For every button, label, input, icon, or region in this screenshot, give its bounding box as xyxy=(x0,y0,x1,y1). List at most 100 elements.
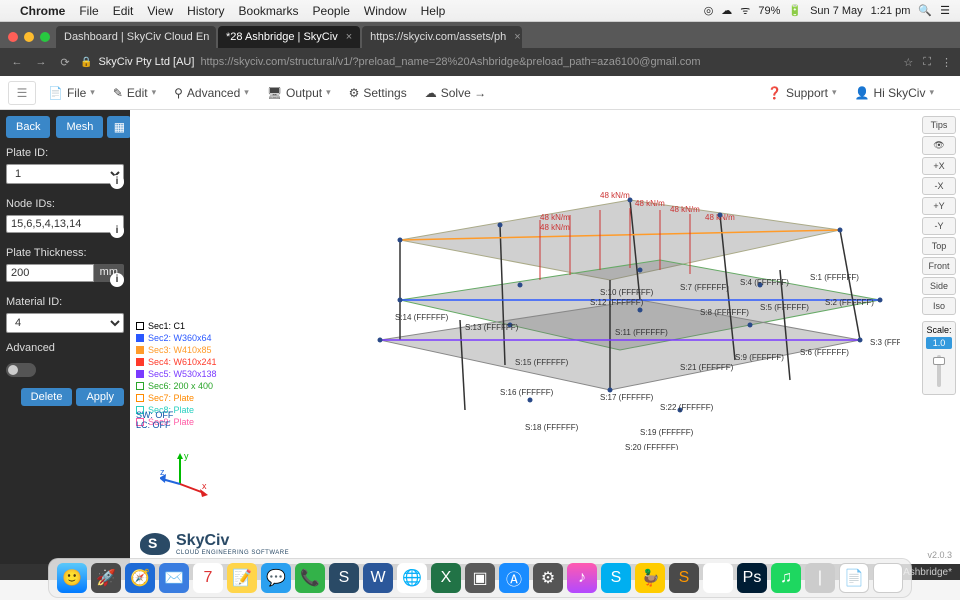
menu-file[interactable]: File xyxy=(79,4,98,18)
view-minus-x[interactable]: -X xyxy=(922,177,956,195)
grid-icon[interactable]: ▦ xyxy=(107,116,131,138)
visibility-button[interactable]: 👁 xyxy=(922,136,956,155)
settings-icon[interactable]: ⚙ xyxy=(533,563,563,593)
finder-icon[interactable]: 🙂 xyxy=(57,563,87,593)
thickness-input[interactable] xyxy=(6,264,94,282)
advanced-toggle[interactable] xyxy=(6,363,36,377)
time-status: 1:21 pm xyxy=(871,5,911,17)
thickness-label: Plate Thickness: xyxy=(6,247,124,259)
messages-icon[interactable]: 💬 xyxy=(261,563,291,593)
close-icon[interactable]: × xyxy=(514,31,520,43)
view-front[interactable]: Front xyxy=(922,257,956,275)
drive-icon[interactable]: ◆ xyxy=(703,563,733,593)
menu-icon[interactable]: ☰ xyxy=(940,4,950,17)
back-button[interactable]: Back xyxy=(6,116,50,138)
view-top[interactable]: Top xyxy=(922,237,956,255)
safari-icon[interactable]: 🧭 xyxy=(125,563,155,593)
photoshop-icon[interactable]: Ps xyxy=(737,563,767,593)
wifi-icon: ᯤ xyxy=(740,3,750,18)
itunes-icon[interactable]: ♪ xyxy=(567,563,597,593)
trash-icon[interactable]: 🗑 xyxy=(873,563,903,593)
node-ids-input[interactable] xyxy=(6,215,124,233)
material-label: Material ID: xyxy=(6,296,124,308)
url-domain[interactable]: https://skyciv.com xyxy=(200,56,286,68)
view-minus-y[interactable]: -Y xyxy=(922,217,956,235)
info-icon[interactable]: i xyxy=(110,224,124,238)
structural-model[interactable]: 48 kN/m 48 kN/m 48 kN/m 48 kN/m 48 kN/m … xyxy=(280,170,900,450)
file-button[interactable]: 📄File▾ xyxy=(48,86,95,100)
view-iso[interactable]: Iso xyxy=(922,297,956,315)
close-icon[interactable]: × xyxy=(346,31,352,43)
mesh-button[interactable]: Mesh xyxy=(56,116,103,138)
excel-icon[interactable]: X xyxy=(431,563,461,593)
tab-ashbridge[interactable]: *28 Ashbridge | SkyCiv× xyxy=(218,26,360,48)
tab-assets[interactable]: https://skyciv.com/assets/ph× xyxy=(362,26,522,48)
document-icon[interactable]: 📄 xyxy=(839,563,869,593)
solve-button[interactable]: ☁Solve → xyxy=(425,86,486,100)
fullscreen-icon[interactable]: ⛶ xyxy=(923,56,931,69)
search-icon[interactable]: 🔍 xyxy=(918,4,932,17)
model-canvas[interactable]: 48 kN/m 48 kN/m 48 kN/m 48 kN/m 48 kN/m … xyxy=(130,110,960,564)
star-icon[interactable]: ☆ xyxy=(903,56,913,69)
scale-slider[interactable] xyxy=(923,351,955,391)
sublime-icon[interactable]: S xyxy=(669,563,699,593)
info-icon[interactable]: i xyxy=(110,273,124,287)
tab-dashboard[interactable]: Dashboard | SkyCiv Cloud En× xyxy=(56,26,216,48)
appstore-icon[interactable]: Ⓐ xyxy=(499,563,529,593)
menu-help[interactable]: Help xyxy=(421,4,446,18)
tips-button[interactable]: Tips xyxy=(922,116,956,134)
view-plus-y[interactable]: +Y xyxy=(922,197,956,215)
menu-view[interactable]: View xyxy=(147,4,173,18)
legend-item: Sec7: Plate xyxy=(148,392,194,404)
view-side[interactable]: Side xyxy=(922,277,956,295)
spotify-icon[interactable]: ♫ xyxy=(771,563,801,593)
skype-icon[interactable]: S xyxy=(601,563,631,593)
file-icon: 📄 xyxy=(48,86,63,100)
word-icon[interactable]: W xyxy=(363,563,393,593)
menu-window[interactable]: Window xyxy=(364,4,407,18)
forward-icon[interactable]: → xyxy=(32,56,50,68)
output-button[interactable]: 🖥Output▾ xyxy=(267,86,331,100)
view-plus-x[interactable]: +X xyxy=(922,157,956,175)
load-label: 48 kN/m xyxy=(540,223,570,232)
back-icon[interactable]: ← xyxy=(8,56,26,68)
edit-button[interactable]: ✎Edit▾ xyxy=(113,86,156,100)
wand-icon: ⚲ xyxy=(174,86,183,100)
skyciv-app-icon[interactable]: S xyxy=(329,563,359,593)
duck-icon[interactable]: 🦆 xyxy=(635,563,665,593)
launchpad-icon[interactable]: 🚀 xyxy=(91,563,121,593)
support-label: S:11 (FFFFFF) xyxy=(615,328,668,337)
menu-app[interactable]: Chrome xyxy=(20,4,65,18)
facetime-icon[interactable]: 📞 xyxy=(295,563,325,593)
calendar-icon[interactable]: 7 xyxy=(193,563,223,593)
support-label: S:5 (FFFFFF) xyxy=(760,303,809,312)
plate-id-select[interactable]: 1 xyxy=(6,164,124,184)
menu-history[interactable]: History xyxy=(187,4,224,18)
delete-button[interactable]: Delete xyxy=(21,388,73,406)
mail-icon[interactable]: ✉️ xyxy=(159,563,189,593)
window-controls[interactable] xyxy=(8,32,56,48)
user-menu[interactable]: 👤Hi SkyCiv▾ xyxy=(855,86,935,100)
advanced-label: Advanced xyxy=(187,86,240,100)
info-icon[interactable]: i xyxy=(110,175,124,189)
notes-icon[interactable]: 📝 xyxy=(227,563,257,593)
more-icon[interactable]: ⋮ xyxy=(941,56,952,69)
settings-button[interactable]: ⚙Settings xyxy=(349,86,407,100)
advanced-button[interactable]: ⚲Advanced▾ xyxy=(174,86,249,100)
support-button[interactable]: ❓Support▾ xyxy=(767,86,837,100)
material-select[interactable]: 4 xyxy=(6,313,124,333)
reload-icon[interactable]: ⟳ xyxy=(56,56,74,69)
chrome-icon[interactable]: 🌐 xyxy=(397,563,427,593)
apply-button[interactable]: Apply xyxy=(76,388,124,406)
sidebar-toggle-button[interactable]: ☰ xyxy=(8,81,36,105)
url-path[interactable]: /structural/v1/?preload_name=28%20Ashbri… xyxy=(286,56,700,68)
support-label: S:12 (FFFFFF) xyxy=(590,298,644,307)
menu-edit[interactable]: Edit xyxy=(113,4,134,18)
cloud-logo-icon xyxy=(140,533,170,555)
terminal-icon[interactable]: ▣ xyxy=(465,563,495,593)
menu-bookmarks[interactable]: Bookmarks xyxy=(239,4,299,18)
menu-people[interactable]: People xyxy=(313,4,350,18)
load-label: 48 kN/m xyxy=(635,199,665,208)
mac-dock[interactable]: 🙂 🚀 🧭 ✉️ 7 📝 💬 📞 S W 🌐 X ▣ Ⓐ ⚙ ♪ S 🦆 S ◆… xyxy=(48,558,912,598)
user-label: Hi SkyCiv xyxy=(873,86,925,100)
